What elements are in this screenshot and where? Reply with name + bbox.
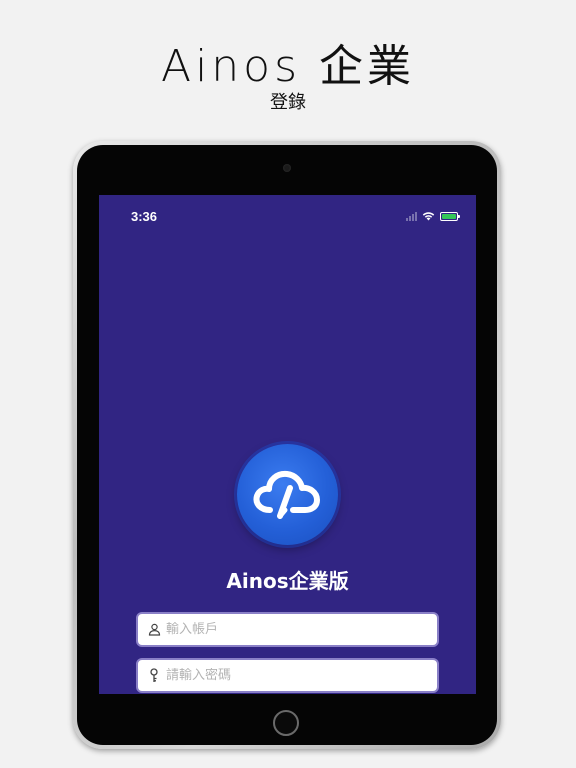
battery-level	[442, 213, 456, 219]
marketing-subtitle: 登錄	[270, 92, 306, 113]
status-indicators	[406, 209, 460, 223]
account-input[interactable]	[166, 622, 416, 637]
key-icon	[146, 668, 162, 684]
cloud-logo-icon	[237, 444, 338, 545]
home-button[interactable]	[273, 710, 299, 736]
password-field[interactable]	[136, 658, 439, 693]
app-screen: 3:36 Ainos企業版	[99, 195, 476, 694]
status-time: 3:36	[131, 209, 158, 224]
front-camera	[283, 164, 291, 172]
account-field[interactable]	[136, 612, 439, 647]
password-input[interactable]	[166, 668, 416, 683]
user-icon	[146, 622, 162, 638]
cellular-signal-icon	[406, 211, 417, 221]
marketing-title: Ainos 企業	[160, 41, 416, 92]
battery-icon	[440, 211, 460, 221]
app-name: Ainos企業版	[226, 569, 349, 593]
wifi-icon	[422, 212, 435, 221]
